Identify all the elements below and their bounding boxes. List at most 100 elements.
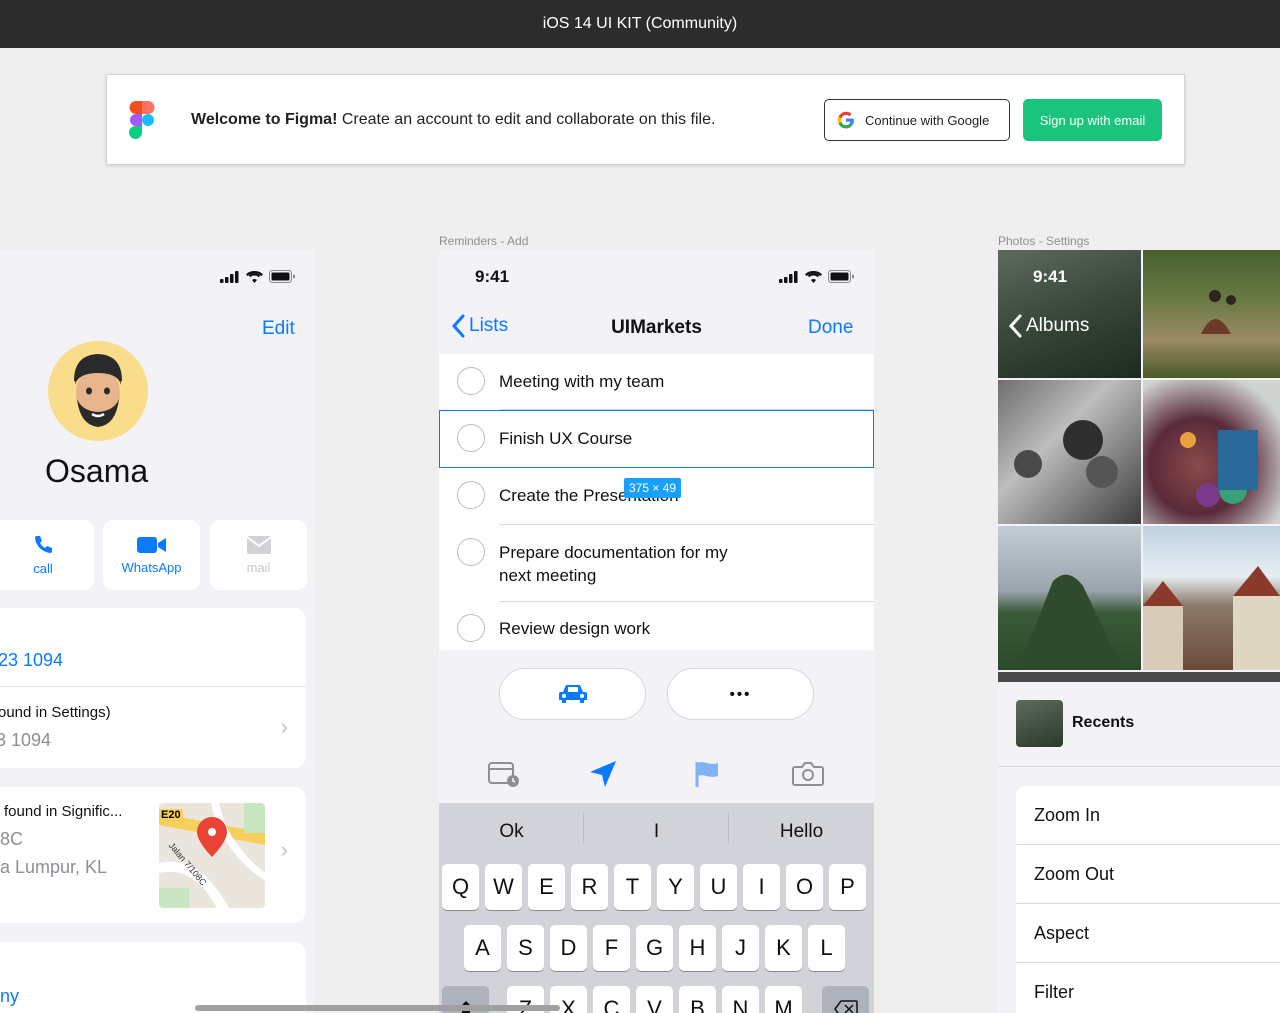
contact-frame: Edit Osama call WhatsApp mail 23 1094 ou… [0, 250, 314, 1013]
key-j[interactable]: J [722, 925, 759, 971]
reminder-checkbox[interactable] [457, 538, 485, 566]
chevron-right-icon[interactable]: › [281, 837, 288, 863]
photo-thumbnail[interactable] [1143, 380, 1280, 524]
more-options-button[interactable]: ••• [667, 668, 814, 720]
mountain-icon [1018, 574, 1123, 670]
key-a[interactable]: A [464, 925, 501, 971]
camera-button[interactable] [792, 758, 824, 790]
status-time: 9:41 [475, 267, 510, 286]
list-item[interactable]: Meeting with my team [439, 354, 874, 410]
reminders-frame-label[interactable]: Reminders - Add [439, 234, 528, 248]
houses-icon [1143, 566, 1280, 670]
reminder-checkbox[interactable] [457, 367, 485, 395]
key-y[interactable]: Y [657, 864, 694, 910]
car-icon [558, 685, 587, 703]
date-time-button[interactable] [488, 758, 520, 790]
key-p[interactable]: P [829, 864, 866, 910]
key-q[interactable]: Q [442, 864, 479, 910]
suggestion-i[interactable]: I [584, 821, 729, 843]
location-button[interactable] [587, 758, 619, 790]
ornaments-icon [1180, 430, 1258, 507]
photo-thumbnail[interactable] [998, 526, 1141, 670]
bottom-card: ny [0, 942, 306, 1013]
suggestion-ok[interactable]: Ok [439, 821, 584, 843]
photo-thumbnail[interactable] [1143, 250, 1280, 378]
welcome-banner: Welcome to Figma! Create an account to e… [106, 74, 1185, 165]
map-road-label: E20 [159, 809, 183, 821]
map-pin-icon [197, 817, 227, 857]
status-bar-icons [220, 270, 296, 283]
menu-item-aspect[interactable]: Aspect [1016, 904, 1280, 963]
reminders-frame: 9:41 Lists UIMarkets Done Meeting with m… [439, 250, 874, 1013]
phone-number-link[interactable]: 23 1094 [0, 650, 306, 671]
memoji-avatar-icon [74, 354, 122, 427]
key-h[interactable]: H [679, 925, 716, 971]
sign-up-with-email-button[interactable]: Sign up with email [1023, 99, 1162, 141]
menu-item-zoom-in[interactable]: Zoom In [1016, 786, 1280, 845]
status-time: 9:41 [1033, 267, 1068, 286]
key-w[interactable]: W [485, 864, 522, 910]
divider [0, 686, 306, 687]
phone-icon [35, 536, 52, 553]
car-suggestion-button[interactable] [499, 668, 646, 720]
wifi-icon [805, 270, 822, 283]
key-v[interactable]: V [636, 986, 673, 1013]
avatar [48, 341, 148, 441]
key-t[interactable]: T [614, 864, 651, 910]
map-thumbnail[interactable]: E20 Jalan 7/108C [159, 803, 265, 908]
delete-key[interactable] [822, 986, 869, 1013]
done-button[interactable]: Done [808, 317, 853, 339]
reminder-checkbox[interactable] [457, 614, 485, 642]
call-action-button[interactable]: call [0, 520, 94, 590]
photo-thumbnail[interactable] [998, 380, 1141, 524]
selection-outline [439, 410, 874, 468]
address-card[interactable]: found in Signific... 8C a Lumpur, KL E20… [0, 787, 306, 923]
key-n[interactable]: N [722, 986, 759, 1013]
back-to-albums-button[interactable]: Albums [1008, 314, 1089, 338]
location-arrow-icon [590, 761, 616, 787]
key-g[interactable]: G [636, 925, 673, 971]
found-in-settings-label: ound in Settings) [0, 704, 111, 721]
key-k[interactable]: K [765, 925, 802, 971]
key-l[interactable]: L [808, 925, 845, 971]
mail-icon [245, 536, 272, 554]
key-r[interactable]: R [571, 864, 608, 910]
window-title-bar: iOS 14 UI KIT (Community) [0, 0, 1280, 48]
list-item[interactable]: Review design work [439, 602, 874, 650]
recents-album-row[interactable]: Recents [998, 682, 1280, 767]
mail-action-button[interactable]: mail [210, 520, 307, 590]
flag-button[interactable] [691, 758, 723, 790]
key-c[interactable]: C [593, 986, 630, 1013]
menu-item-zoom-out[interactable]: Zoom Out [1016, 845, 1280, 904]
key-s[interactable]: S [507, 925, 544, 971]
status-bar-icons [779, 270, 855, 283]
reminder-checkbox[interactable] [457, 481, 485, 509]
list-item[interactable]: Prepare documentation for my next meetin… [439, 525, 874, 602]
key-e[interactable]: E [528, 864, 565, 910]
calendar-clock-icon [488, 762, 519, 787]
key-o[interactable]: O [786, 864, 823, 910]
chevron-right-icon[interactable]: › [281, 714, 288, 740]
continue-with-google-button[interactable]: Continue with Google [824, 99, 1010, 141]
key-f[interactable]: F [593, 925, 630, 971]
wifi-icon [246, 270, 263, 283]
suggestion-hello[interactable]: Hello [729, 821, 874, 843]
keyboard: Ok I Hello Q W E R T Y U I O P A S D F G… [439, 803, 874, 1013]
reminders-list: Meeting with my team Finish UX Course Cr… [439, 354, 874, 650]
edit-button[interactable]: Edit [262, 318, 295, 340]
key-m[interactable]: M [765, 986, 802, 1013]
key-u[interactable]: U [700, 864, 737, 910]
battery-icon [828, 270, 854, 283]
bottom-card-link[interactable]: ny [0, 986, 306, 1007]
key-i[interactable]: I [743, 864, 780, 910]
key-b[interactable]: B [679, 986, 716, 1013]
menu-item-filter[interactable]: Filter [1016, 963, 1280, 1013]
horizontal-scrollbar[interactable] [195, 1005, 560, 1011]
photos-frame-label[interactable]: Photos - Settings [998, 234, 1089, 248]
whatsapp-action-button[interactable]: WhatsApp [103, 520, 200, 590]
welcome-message: Welcome to Figma! Create an account to e… [191, 111, 716, 128]
photo-settings-menu: Zoom In Zoom Out Aspect Filter [1016, 786, 1280, 1013]
photo-thumbnail[interactable] [1143, 526, 1280, 670]
recents-thumbnail [1016, 700, 1063, 747]
key-d[interactable]: D [550, 925, 587, 971]
